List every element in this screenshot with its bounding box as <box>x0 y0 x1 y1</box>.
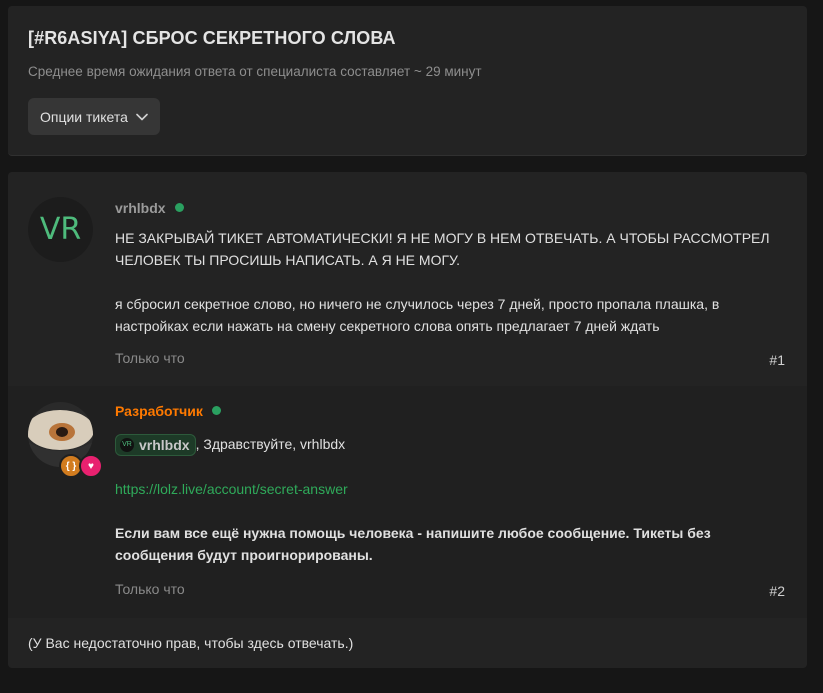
message-post: VR vrhlbdx НЕ ЗАКРЫВАЙ ТИКЕТ АВТОМАТИЧЕС… <box>8 172 807 386</box>
avatar[interactable]: VR <box>28 197 93 262</box>
greeting-text: , Здравствуйте, vrhlbdx <box>195 436 346 452</box>
message-number[interactable]: #2 <box>769 583 785 599</box>
message-paragraph: НЕ ЗАКРЫВАЙ ТИКЕТ АВТОМАТИЧЕСКИ! Я НЕ МО… <box>115 230 770 268</box>
message-body: VR vrhlbdx , Здравствуйте, vrhlbdx https… <box>115 433 775 588</box>
message-time[interactable]: Только что <box>115 581 185 597</box>
username[interactable]: vrhlbdx <box>115 200 184 216</box>
ticket-options-button[interactable]: Опции тикета <box>28 98 160 135</box>
message-number[interactable]: #1 <box>769 352 785 368</box>
username-label[interactable]: vrhlbdx <box>115 200 166 216</box>
ticket-header: [#R6ASIYA] СБРОС СЕКРЕТНОГО СЛОВА Средне… <box>8 6 807 156</box>
message-post: { } ♥ Разработчик VR vrhlbdx , Здравству… <box>8 386 807 618</box>
message-paragraph: VR vrhlbdx , Здравствуйте, vrhlbdx <box>115 433 775 457</box>
mini-avatar: VR <box>120 438 134 453</box>
message-paragraph: https://lolz.live/account/secret-answer <box>115 478 775 500</box>
username[interactable]: Разработчик <box>115 403 221 419</box>
online-status-icon <box>211 406 221 415</box>
message-body: НЕ ЗАКРЫВАЙ ТИКЕТ АВТОМАТИЧЕСКИ! Я НЕ МО… <box>115 227 775 359</box>
no-permission-note: (У Вас недостаточно прав, чтобы здесь от… <box>28 635 354 651</box>
username-label[interactable]: Разработчик <box>115 403 203 419</box>
message-paragraph: я сбросил секретное слово, но ничего не … <box>115 296 720 334</box>
chevron-down-icon <box>136 113 148 120</box>
online-status-icon <box>174 203 184 212</box>
message-paragraph: Если вам все ещё нужна помощь человека -… <box>115 525 711 564</box>
mention-name: vrhlbdx <box>139 437 190 454</box>
ticket-options-label: Опции тикета <box>40 108 128 125</box>
message-thread: VR vrhlbdx НЕ ЗАКРЫВАЙ ТИКЕТ АВТОМАТИЧЕС… <box>8 172 807 668</box>
page-title: [#R6ASIYA] СБРОС СЕКРЕТНОГО СЛОВА <box>28 28 396 48</box>
secret-answer-link[interactable]: https://lolz.live/account/secret-answer <box>115 481 348 497</box>
avatar[interactable]: { } ♥ <box>28 402 103 478</box>
heart-icon: ♥ <box>79 454 103 478</box>
wait-time-text: Среднее время ожидания ответа от специал… <box>28 64 482 79</box>
user-mention[interactable]: VR vrhlbdx <box>115 434 196 457</box>
message-time[interactable]: Только что <box>115 350 185 366</box>
